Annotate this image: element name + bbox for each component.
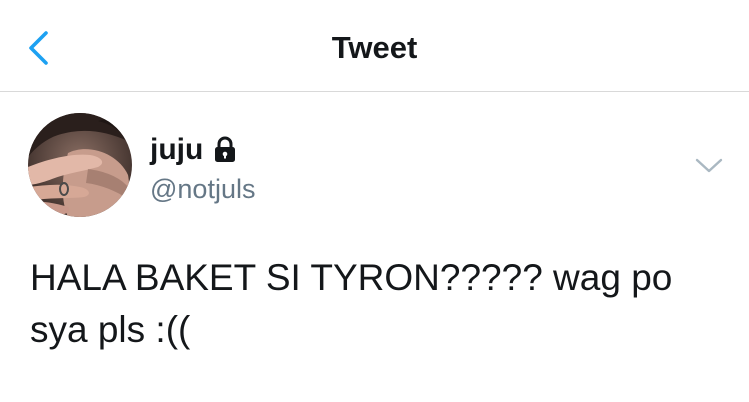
chevron-down-icon	[695, 158, 723, 173]
avatar[interactable]	[28, 113, 132, 217]
page-title: Tweet	[331, 30, 418, 65]
tweet-text: HALA BAKET SI TYRON????? wag po sya pls …	[30, 257, 673, 350]
user-handle[interactable]: @notjuls	[150, 172, 255, 206]
tweet-author: juju @notjuls	[150, 130, 255, 206]
display-name-row: juju	[150, 130, 255, 170]
lock-icon	[212, 136, 238, 164]
navigation-bar: Tweet	[0, 0, 749, 92]
tweet-menu-button[interactable]	[692, 154, 726, 178]
avatar-image	[28, 113, 132, 217]
display-name[interactable]: juju	[150, 132, 203, 168]
